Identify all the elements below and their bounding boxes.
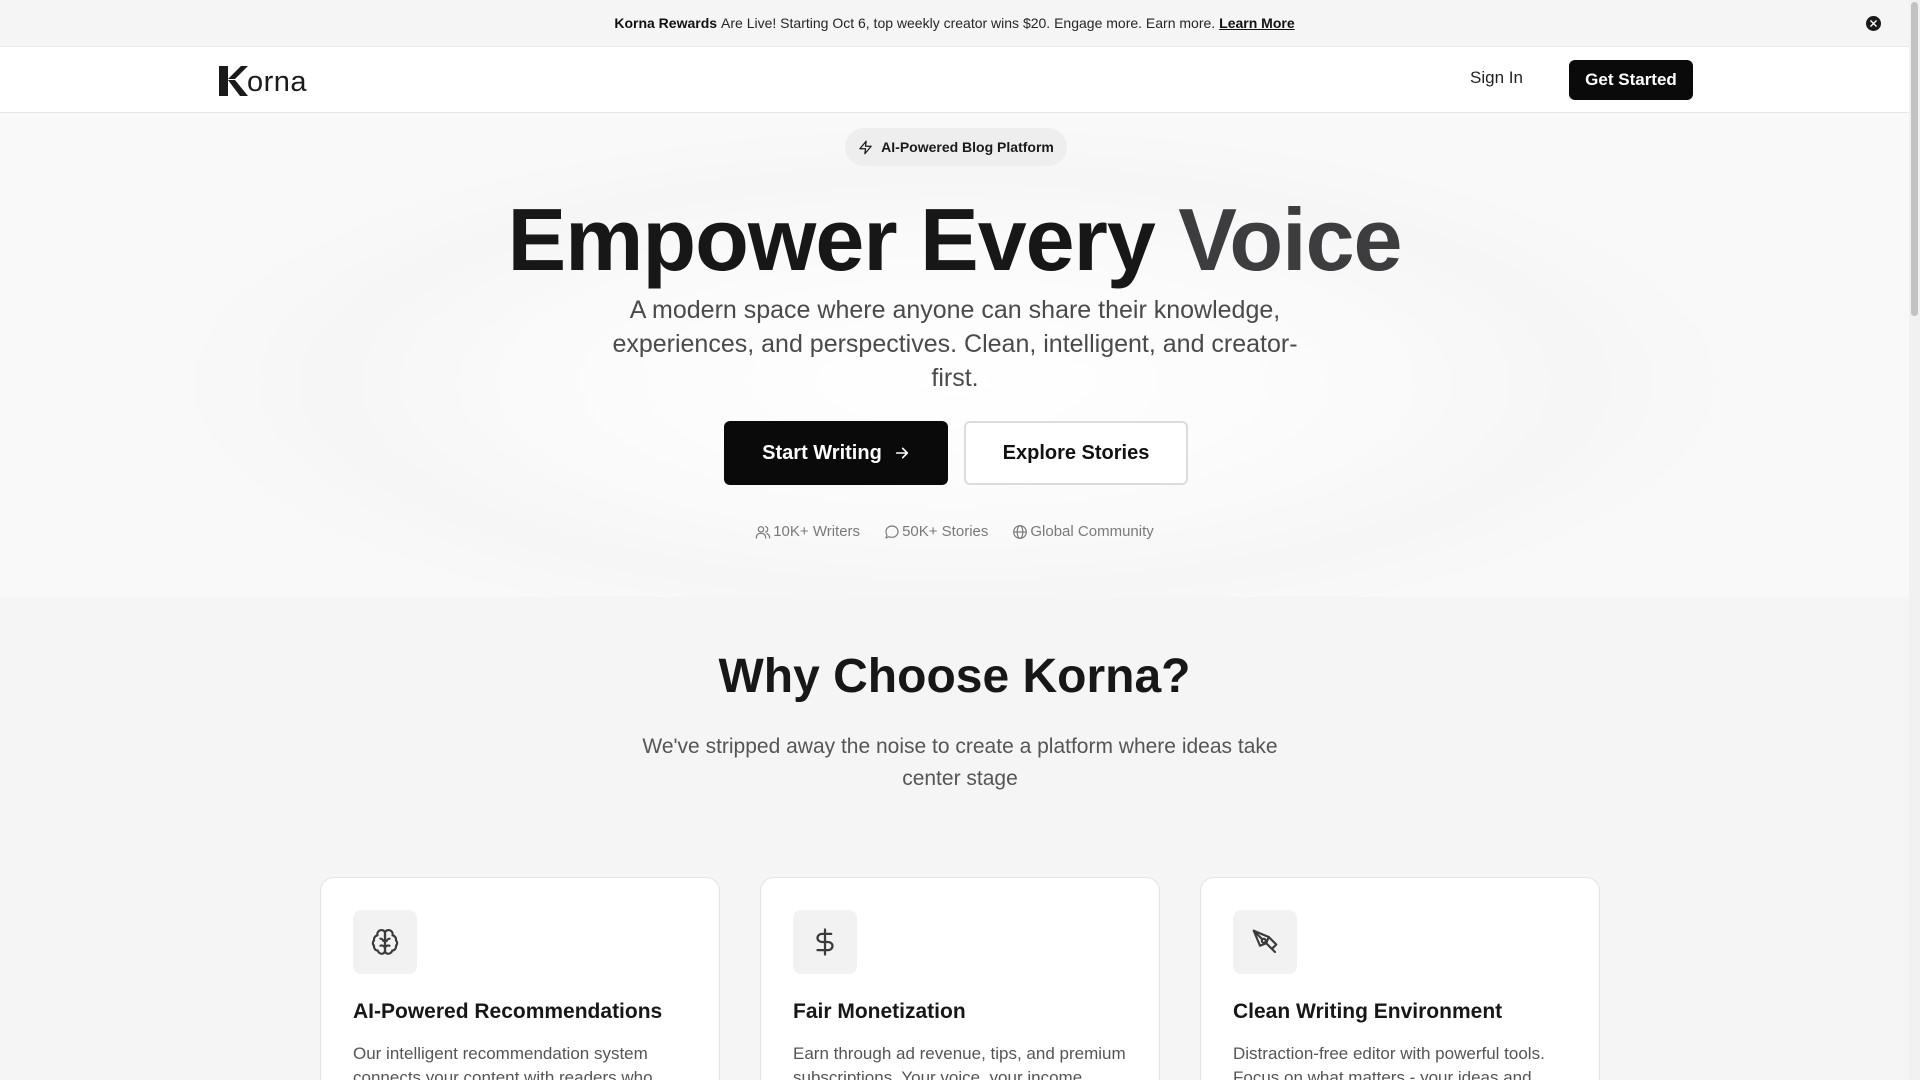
feature-text: Distraction-free editor with powerful to… <box>1233 1044 1545 1080</box>
users-icon <box>755 525 771 539</box>
lightning-icon <box>859 140 872 154</box>
feature-title: Clean Writing Environment <box>1233 1000 1503 1023</box>
headline-main: Empower Every <box>507 190 1155 289</box>
feature-card-monetization: Fair Monetization Earn through ad revenu… <box>760 877 1160 1080</box>
feature-icon-box <box>1233 910 1297 974</box>
announcement-banner: Korna Rewards Are Live! Starting Oct 6, … <box>0 0 1909 47</box>
korna-logo[interactable]: orna <box>219 62 308 98</box>
features-section: Why Choose Korna? We've stripped away th… <box>0 597 1909 1080</box>
feature-text: Our intelligent recommendation system co… <box>353 1044 653 1080</box>
sign-in-link[interactable]: Sign In <box>1470 68 1523 88</box>
hero-stats: 10K+ Writers 50K+ Stories Global Communi… <box>0 523 1909 540</box>
scrollbar-thumb[interactable] <box>1911 2 1918 316</box>
feature-text: Earn through ad revenue, tips, and premi… <box>793 1044 1126 1080</box>
feature-card-ai: AI-Powered Recommendations Our intellige… <box>320 877 720 1080</box>
pen-tool-icon <box>1252 929 1278 954</box>
hero-section: AI-Powered Blog Platform Empower Every V… <box>0 113 1909 597</box>
get-started-button[interactable]: Get Started <box>1569 60 1693 100</box>
feature-icon-box <box>793 910 857 974</box>
close-icon[interactable] <box>1866 16 1881 31</box>
hero-headline: Empower Every Voice <box>0 185 1909 295</box>
site-header: orna Sign In Get Started <box>0 48 1909 113</box>
platform-pill: AI-Powered Blog Platform <box>845 128 1067 166</box>
stat-stories: 50K+ Stories <box>884 523 988 540</box>
explore-stories-button[interactable]: Explore Stories <box>964 421 1188 485</box>
message-circle-icon <box>885 524 899 539</box>
hero-subtitle: A modern space where anyone can share th… <box>612 296 1298 392</box>
k-logo-icon <box>219 66 248 96</box>
start-writing-label: Start Writing <box>762 441 882 464</box>
feature-icon-box <box>353 910 417 974</box>
headline-accent: Voice <box>1178 190 1402 289</box>
learn-more-link[interactable]: Learn More <box>1219 15 1294 31</box>
feature-card-writing: Clean Writing Environment Distraction-fr… <box>1200 877 1600 1080</box>
features-description: We've stripped away the noise to create … <box>642 735 1278 790</box>
start-writing-button[interactable]: Start Writing <box>724 421 948 485</box>
brain-icon <box>371 929 399 955</box>
stat-label: 10K+ Writers <box>773 523 861 540</box>
feature-title: Fair Monetization <box>793 1000 966 1023</box>
logo-wordmark: orna <box>247 66 308 98</box>
features-title: Why Choose Korna? <box>718 650 1191 703</box>
banner-message: Are Live! Starting Oct 6, top weekly cre… <box>721 15 1216 31</box>
dollar-sign-icon <box>816 928 834 956</box>
page-scrollbar[interactable] <box>1909 0 1920 1080</box>
arrow-right-icon <box>895 447 908 459</box>
globe-icon <box>1013 524 1028 539</box>
banner-brand: Korna Rewards <box>614 15 718 31</box>
stat-writers: 10K+ Writers <box>755 523 860 540</box>
feature-title: AI-Powered Recommendations <box>353 1000 663 1023</box>
stat-community: Global Community <box>1012 523 1154 540</box>
pill-label: AI-Powered Blog Platform <box>881 139 1054 155</box>
stat-label: Global Community <box>1030 523 1154 540</box>
stat-label: 50K+ Stories <box>902 523 989 540</box>
